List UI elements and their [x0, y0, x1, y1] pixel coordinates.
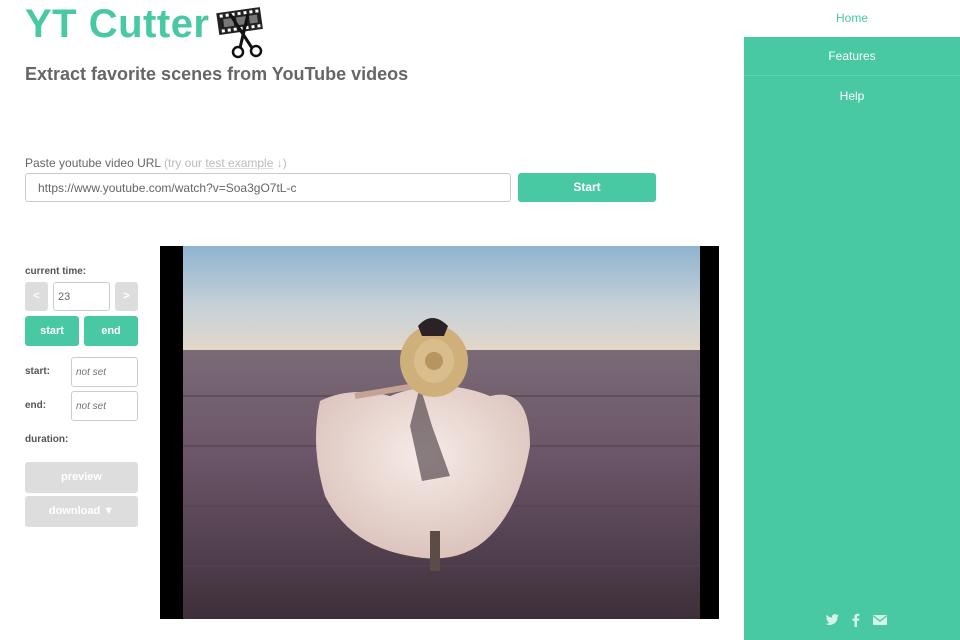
nav-item-home[interactable]: Home: [744, 0, 960, 37]
youtube-url-input[interactable]: [25, 173, 511, 202]
start-field-label: start:: [25, 366, 51, 377]
nav-item-features[interactable]: Features: [744, 37, 960, 76]
video-frame: [160, 246, 719, 619]
page-tagline: Extract favorite scenes from YouTube vid…: [25, 64, 409, 84]
end-field-label: end:: [25, 400, 47, 411]
current-time-input[interactable]: [53, 282, 110, 311]
twitter-icon[interactable]: [824, 612, 840, 628]
step-forward-button[interactable]: >: [115, 282, 138, 311]
download-button[interactable]: download ▼: [25, 496, 138, 527]
video-player[interactable]: [160, 246, 719, 619]
set-start-button[interactable]: start: [25, 316, 79, 346]
url-hint-suffix: ↓): [276, 156, 287, 170]
url-label: Paste youtube video URL (try our test ex…: [25, 156, 287, 170]
nav-item-help[interactable]: Help: [744, 77, 960, 116]
set-end-button[interactable]: end: [84, 316, 138, 346]
end-time-input[interactable]: [71, 391, 138, 421]
url-hint-prefix: (try our: [163, 156, 202, 170]
url-label-text: Paste youtube video URL: [25, 156, 161, 170]
current-time-label: current time:: [25, 266, 87, 277]
sidebar: Home Features Help: [744, 0, 960, 640]
start-time-input[interactable]: [71, 357, 138, 387]
preview-button[interactable]: preview: [25, 462, 138, 493]
test-example-link[interactable]: test example: [205, 156, 273, 170]
step-back-button[interactable]: <: [25, 282, 48, 311]
start-button[interactable]: Start: [518, 173, 656, 202]
film-scissors-icon: [212, 4, 268, 60]
facebook-icon[interactable]: [848, 612, 864, 628]
email-icon[interactable]: [872, 612, 888, 628]
site-logo[interactable]: YT Cutter: [25, 2, 210, 47]
duration-label: duration:: [25, 434, 69, 445]
